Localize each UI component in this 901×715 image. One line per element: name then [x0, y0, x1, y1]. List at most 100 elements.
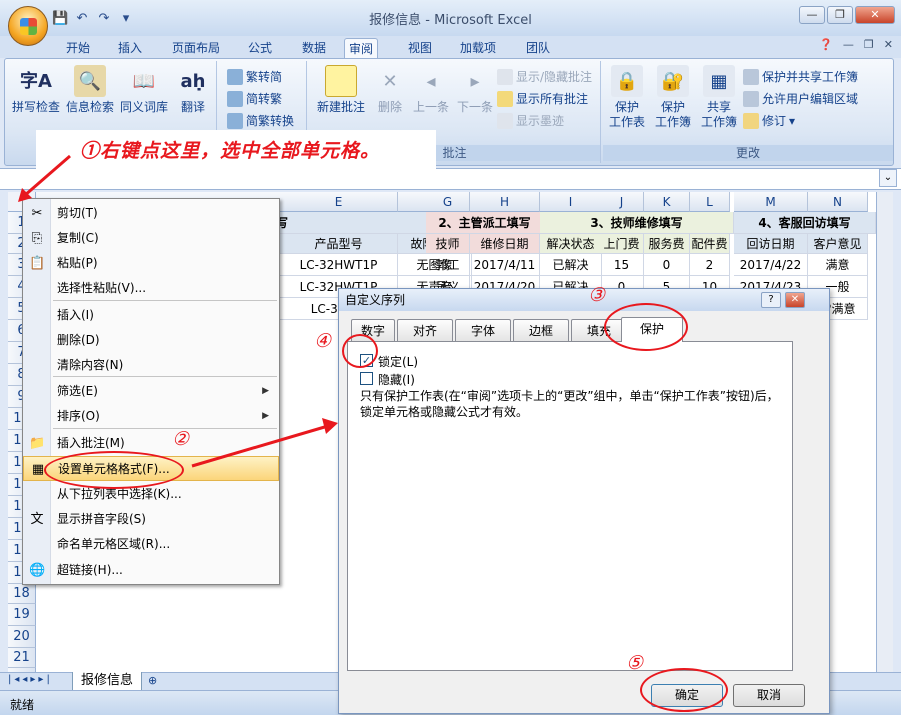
- dialog-help-button[interactable]: ?: [761, 292, 781, 308]
- formula-bar[interactable]: [0, 168, 901, 190]
- tab-data[interactable]: 数据: [298, 38, 330, 58]
- menu-item-7[interactable]: 筛选(E) ▶: [23, 379, 279, 404]
- trad-to-simp-button[interactable]: 繁转简: [227, 67, 282, 87]
- show-all-comments-button[interactable]: 显示所有批注: [497, 89, 588, 109]
- conversion-button[interactable]: 简繁转换: [227, 111, 294, 131]
- header-g[interactable]: 技师: [426, 234, 470, 254]
- tab-page-layout[interactable]: 页面布局: [168, 38, 224, 58]
- col-header-n[interactable]: N: [808, 192, 868, 212]
- menu-item-14[interactable]: 🌐 超链接(H)...: [23, 558, 279, 583]
- menu-item-8[interactable]: 排序(O) ▶: [23, 404, 279, 429]
- row-header-21[interactable]: 21: [8, 648, 36, 668]
- col-header-m[interactable]: M: [734, 192, 808, 212]
- row-header-19[interactable]: 19: [8, 604, 36, 626]
- cell-m3[interactable]: 2017/4/22: [734, 254, 808, 276]
- formula-expand-icon[interactable]: ⌄: [879, 169, 897, 187]
- simp-to-trad-button[interactable]: 简转繁: [227, 89, 282, 109]
- cell-g3[interactable]: 郭工: [426, 254, 470, 276]
- help-icon[interactable]: ❓: [819, 38, 833, 51]
- tab-formulas[interactable]: 公式: [244, 38, 276, 58]
- tab-review[interactable]: 审阅: [344, 38, 379, 58]
- ribbon-restore-icon[interactable]: ❐: [864, 38, 874, 51]
- menu-item-9[interactable]: 📁 插入批注(M): [23, 431, 279, 456]
- protect-workbook-button[interactable]: 🔐 保护 工作簿: [651, 65, 695, 130]
- maximize-button[interactable]: ❐: [827, 6, 853, 24]
- prev-comment-button[interactable]: ◂ 上一条: [409, 65, 453, 115]
- cell-l3[interactable]: 2: [690, 254, 730, 276]
- col-header-j[interactable]: J: [600, 192, 644, 212]
- menu-item-5[interactable]: 删除(D): [23, 328, 279, 353]
- share-workbook-button[interactable]: ▦ 共享 工作簿: [697, 65, 741, 130]
- cancel-button[interactable]: 取消: [733, 684, 805, 707]
- cell-e3[interactable]: LC-32HWT1P: [280, 254, 398, 276]
- ribbon-minimize-icon[interactable]: —: [843, 38, 854, 51]
- allow-edit-ranges-button[interactable]: 允许用户编辑区域: [743, 89, 858, 109]
- menu-item-11[interactable]: 从下拉列表中选择(K)...: [23, 482, 279, 507]
- header-l[interactable]: 配件费: [690, 234, 730, 254]
- new-comment-button[interactable]: 新建批注: [313, 65, 369, 115]
- spelling-button[interactable]: 字A 拼写检查: [11, 65, 61, 115]
- ok-button[interactable]: 确定: [651, 684, 723, 707]
- header-h[interactable]: 维修日期: [470, 234, 540, 254]
- vertical-scrollbar[interactable]: [876, 192, 893, 672]
- translate-button[interactable]: aḥ 翻译: [171, 65, 215, 115]
- tab-insert[interactable]: 插入: [114, 38, 146, 58]
- cell-j3[interactable]: 15: [600, 254, 644, 276]
- menu-item-0[interactable]: ✂ 剪切(T): [23, 201, 279, 226]
- menu-item-12[interactable]: 文显示拼音字段(S): [23, 507, 279, 532]
- tab-team[interactable]: 团队: [522, 38, 554, 58]
- sheet-tab-repair-info[interactable]: 报修信息: [72, 672, 143, 691]
- insert-sheet-icon[interactable]: ⊕: [148, 674, 157, 687]
- col-header-l[interactable]: L: [690, 192, 730, 212]
- tab-addins[interactable]: 加载项: [456, 38, 500, 58]
- cell-h3[interactable]: 2017/4/11: [470, 254, 540, 276]
- menu-item-1[interactable]: ⎘ 复制(C): [23, 226, 279, 251]
- col-header-k[interactable]: K: [644, 192, 690, 212]
- office-button[interactable]: [8, 6, 48, 46]
- dialog-tab-2[interactable]: 字体: [455, 319, 511, 341]
- dialog-tab-3[interactable]: 边框: [513, 319, 569, 341]
- thesaurus-button[interactable]: 📖 同义词库: [119, 65, 169, 115]
- header-e[interactable]: 产品型号: [280, 234, 398, 254]
- protect-sheet-button[interactable]: 🔒 保护 工作表: [605, 65, 649, 130]
- menu-item-10[interactable]: ▦ 设置单元格格式(F)...: [23, 456, 279, 481]
- protect-share-button[interactable]: 保护并共享工作簿: [743, 67, 858, 87]
- delete-comment-button[interactable]: ✕ 删除: [371, 65, 409, 115]
- menu-item-2[interactable]: 📋 粘贴(P): [23, 251, 279, 276]
- research-button[interactable]: 🔍 信息检索: [65, 65, 115, 115]
- dialog-close-button[interactable]: ✕: [785, 292, 805, 308]
- menu-item-3[interactable]: 选择性粘贴(V)...: [23, 276, 279, 301]
- tab-view[interactable]: 视图: [404, 38, 436, 58]
- tab-home[interactable]: 开始: [62, 38, 94, 58]
- cell-n3[interactable]: 满意: [808, 254, 868, 276]
- track-changes-button[interactable]: 修订 ▾: [743, 111, 795, 131]
- show-ink-button[interactable]: 显示墨迹: [497, 111, 564, 131]
- row-header-18[interactable]: 18: [8, 584, 36, 604]
- minimize-button[interactable]: —: [799, 6, 825, 24]
- header-n[interactable]: 客户意见: [808, 234, 868, 254]
- col-header-i[interactable]: I: [540, 192, 602, 212]
- header-m[interactable]: 回访日期: [734, 234, 808, 254]
- dialog-tab-4[interactable]: 填充: [571, 319, 627, 341]
- next-comment-button[interactable]: ▸ 下一条: [453, 65, 497, 115]
- lock-checkbox[interactable]: ✓: [360, 354, 373, 367]
- menu-item-13[interactable]: 命名单元格区域(R)...: [23, 532, 279, 557]
- close-button[interactable]: ✕: [855, 6, 895, 24]
- col-header-g[interactable]: G: [426, 192, 470, 212]
- sheet-nav-arrows-icon[interactable]: |◂◂▸▸|: [8, 674, 53, 685]
- menu-item-6[interactable]: 清除内容(N): [23, 353, 279, 378]
- header-j[interactable]: 上门费: [600, 234, 644, 254]
- hide-checkbox[interactable]: [360, 372, 373, 385]
- menu-item-4[interactable]: 插入(I): [23, 303, 279, 328]
- dialog-tab-5[interactable]: 保护: [621, 317, 683, 342]
- dialog-tab-1[interactable]: 对齐: [397, 319, 453, 341]
- cell-i3[interactable]: 已解决: [540, 254, 602, 276]
- header-k[interactable]: 服务费: [644, 234, 690, 254]
- dialog-tab-0[interactable]: 数字: [351, 319, 395, 341]
- col-header-e[interactable]: E: [280, 192, 398, 212]
- row-header-20[interactable]: 20: [8, 626, 36, 648]
- ribbon-close-icon[interactable]: ✕: [884, 38, 893, 51]
- cell-k3[interactable]: 0: [644, 254, 690, 276]
- show-hide-comment-button[interactable]: 显示/隐藏批注: [497, 67, 592, 87]
- header-i[interactable]: 解决状态: [540, 234, 602, 254]
